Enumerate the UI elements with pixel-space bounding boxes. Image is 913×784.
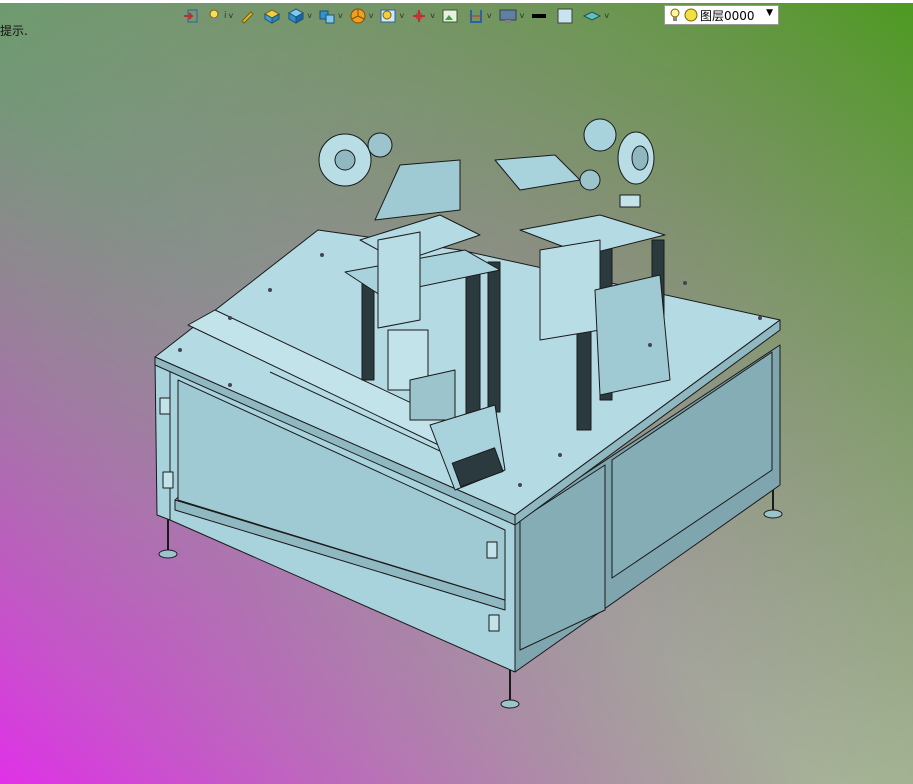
cube-stack-icon xyxy=(319,10,335,24)
chevron-down-icon[interactable]: v xyxy=(604,12,609,20)
shaded-box-button[interactable] xyxy=(262,5,282,27)
chevron-down-icon[interactable]: v xyxy=(399,12,404,20)
layer-plane-button[interactable] xyxy=(581,5,603,27)
chevron-down-icon[interactable]: v xyxy=(520,12,525,20)
bulb-icon xyxy=(670,8,680,21)
3d-viewport[interactable]: 提示. i v v v v v v v v v 图层0000 ▼ xyxy=(0,0,913,784)
display-button[interactable] xyxy=(497,5,519,27)
bracket-icon xyxy=(469,10,482,23)
chevron-down-icon[interactable]: v xyxy=(430,12,435,20)
chevron-down-icon[interactable]: v xyxy=(487,12,492,20)
zoom-view-button[interactable] xyxy=(378,5,398,27)
axis-button[interactable] xyxy=(409,5,429,27)
layer-name: 图层0000 xyxy=(700,8,755,23)
axis-cross-icon xyxy=(413,10,426,22)
layer-select[interactable]: 图层0000 ▼ xyxy=(664,5,779,25)
monitor-icon xyxy=(499,9,517,23)
image-frame-button[interactable] xyxy=(440,5,460,27)
light-button[interactable]: i xyxy=(206,5,228,27)
chevron-down-icon[interactable]: v xyxy=(229,12,234,20)
cube-stack-button[interactable] xyxy=(317,5,337,27)
tape-reel-left xyxy=(318,132,393,187)
tape-reel-right xyxy=(579,118,655,208)
zoom-view-icon xyxy=(380,9,396,23)
chevron-down-icon[interactable]: v xyxy=(307,12,312,20)
image-frame-icon xyxy=(442,9,458,23)
line-weight-icon xyxy=(532,14,547,18)
line-weight-button[interactable] xyxy=(529,5,549,27)
layer-plane-icon xyxy=(583,11,602,21)
view-toolbar: i v v v v v v v v v xyxy=(182,4,614,28)
chevron-down-icon: ▼ xyxy=(766,8,773,18)
light-bulb-icon xyxy=(209,9,219,22)
import-icon xyxy=(184,9,198,23)
machine-model xyxy=(154,118,783,709)
bracket-button[interactable] xyxy=(466,5,486,27)
pen-edit-icon xyxy=(241,11,254,24)
chevron-down-icon[interactable]: v xyxy=(338,12,343,20)
yellow-circle-icon xyxy=(684,8,698,22)
chevron-down-icon[interactable]: v xyxy=(369,12,374,20)
pen-button[interactable] xyxy=(238,5,256,27)
cube-button[interactable] xyxy=(286,5,306,27)
color-square-icon xyxy=(557,8,573,24)
render-button[interactable] xyxy=(348,5,368,27)
light-label: i xyxy=(224,11,227,21)
blue-cube-icon xyxy=(288,8,305,24)
pie-render-icon xyxy=(350,8,366,24)
yellow-box-icon xyxy=(264,9,281,24)
color-button[interactable] xyxy=(555,5,575,27)
import-button[interactable] xyxy=(182,5,200,27)
